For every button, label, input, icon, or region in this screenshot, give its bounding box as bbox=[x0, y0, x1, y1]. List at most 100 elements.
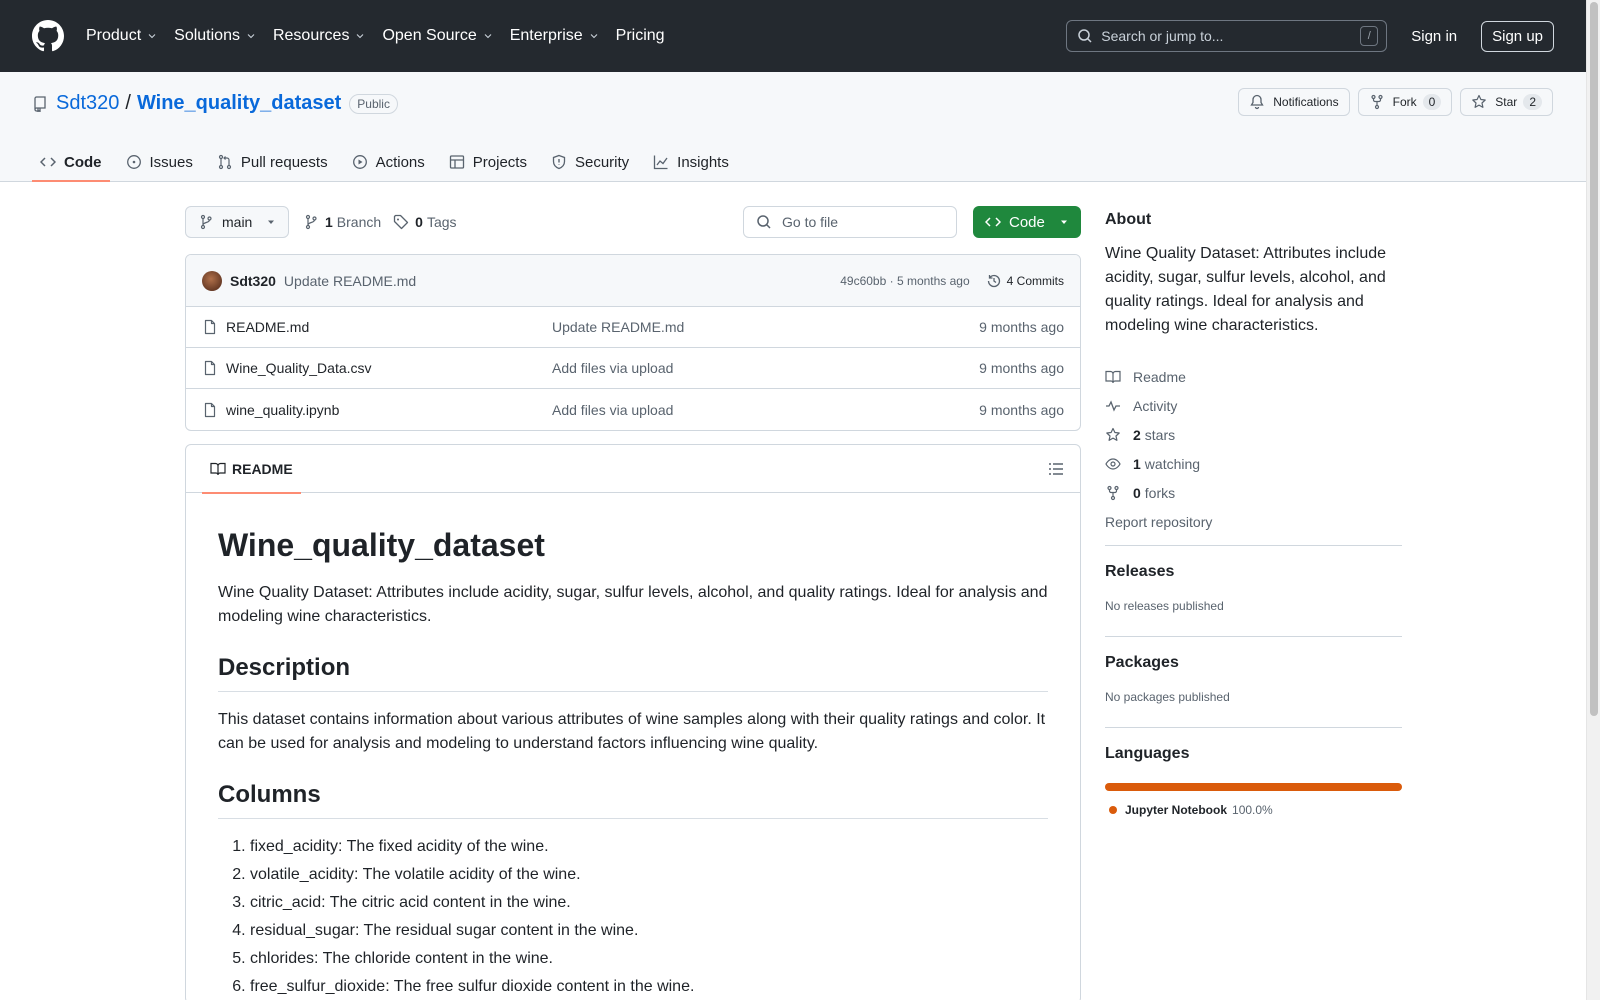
graph-icon bbox=[654, 155, 668, 170]
readme-link[interactable]: Readme bbox=[1105, 362, 1212, 391]
nav-open-source[interactable]: Open Source bbox=[382, 27, 493, 45]
tab-actions[interactable]: Actions bbox=[344, 142, 433, 182]
tab-security-label: Security bbox=[574, 153, 630, 171]
eye-icon bbox=[1105, 457, 1121, 470]
tab-projects[interactable]: Projects bbox=[441, 142, 535, 182]
commit-message[interactable]: Update README.md bbox=[284, 273, 416, 289]
file-name[interactable]: README.md bbox=[226, 319, 552, 335]
file-name[interactable]: Wine_Quality_Data.csv bbox=[226, 360, 552, 376]
tab-code[interactable]: Code bbox=[32, 142, 110, 182]
file-row[interactable]: README.md Update README.md 9 months ago bbox=[186, 307, 1080, 348]
about-description: Wine Quality Dataset: Attributes include… bbox=[1105, 245, 1387, 334]
chevron-down-icon bbox=[357, 34, 364, 39]
fork-count: 0 bbox=[1422, 94, 1442, 110]
notifications-button[interactable]: Notifications bbox=[1238, 88, 1350, 116]
chevron-down-icon bbox=[590, 34, 598, 39]
tab-issues-label: Issues bbox=[149, 153, 193, 171]
play-icon bbox=[352, 155, 367, 169]
file-commit-message[interactable]: Update README.md bbox=[552, 319, 979, 335]
page-scrollbar[interactable] bbox=[1586, 0, 1600, 1000]
tab-projects-label: Projects bbox=[472, 153, 527, 171]
fork-button[interactable]: Fork 0 bbox=[1357, 88, 1453, 116]
commits-link[interactable]: 4 Commits bbox=[986, 273, 1064, 289]
file-row[interactable]: wine_quality.ipynb Add files via upload … bbox=[186, 389, 1080, 430]
readme-tab[interactable]: README bbox=[202, 445, 301, 494]
nav-pricing[interactable]: Pricing bbox=[616, 27, 665, 45]
columns-list: fixed_acidity: The fixed acidity of the … bbox=[218, 835, 1048, 999]
watching-link[interactable]: 1 watching bbox=[1105, 449, 1212, 478]
branch-label[interactable]: Branch bbox=[337, 214, 381, 230]
nav-solutions[interactable]: Solutions bbox=[174, 27, 257, 45]
tab-issues[interactable]: Issues bbox=[118, 142, 201, 182]
nav-enterprise[interactable]: Enterprise bbox=[510, 27, 600, 45]
packages-text: No packages published bbox=[1105, 690, 1230, 704]
search-shortcut-key: / bbox=[1360, 26, 1379, 46]
code-button[interactable]: Code bbox=[973, 206, 1081, 238]
go-to-file-input[interactable]: Go to file bbox=[743, 206, 957, 238]
nav-pricing-label: Pricing bbox=[615, 27, 665, 44]
github-logo-icon[interactable] bbox=[32, 20, 64, 52]
language-item[interactable]: Jupyter Notebook 100.0% bbox=[1105, 803, 1402, 817]
forks-count: 0 bbox=[1133, 484, 1141, 501]
description-heading: Description bbox=[218, 653, 1048, 692]
chevron-down-icon bbox=[484, 34, 492, 39]
repo-name-link[interactable]: Wine_quality_dataset bbox=[137, 92, 341, 115]
file-name[interactable]: wine_quality.ipynb bbox=[226, 402, 552, 418]
tag-label[interactable]: Tags bbox=[427, 214, 457, 230]
readme-body: Wine_quality_dataset Wine Quality Datase… bbox=[186, 493, 1080, 999]
nav-resources[interactable]: Resources bbox=[273, 27, 366, 45]
tab-pull-requests[interactable]: Pull requests bbox=[209, 142, 336, 182]
search-icon bbox=[1078, 29, 1092, 43]
languages-heading: Languages bbox=[1105, 745, 1190, 762]
report-repository-link[interactable]: Report repository bbox=[1105, 507, 1212, 536]
fork-icon bbox=[1371, 94, 1383, 110]
watching-count: 1 bbox=[1133, 455, 1141, 472]
code-button-label: Code bbox=[1009, 213, 1045, 231]
nav-resources-label: Resources bbox=[272, 27, 350, 44]
caret-down-icon bbox=[1061, 220, 1067, 224]
avatar[interactable] bbox=[202, 270, 222, 291]
repo-icon bbox=[34, 95, 46, 112]
list-item: chlorides: The chloride content in the w… bbox=[250, 947, 1048, 971]
tab-insights-label: Insights bbox=[677, 153, 729, 171]
repo-title: Sdt320 / Wine_quality_dataset Public bbox=[32, 92, 398, 115]
tab-security[interactable]: Security bbox=[543, 142, 637, 182]
scrollbar-thumb[interactable] bbox=[1590, 2, 1598, 716]
star-icon bbox=[1106, 427, 1120, 441]
file-row[interactable]: Wine_Quality_Data.csv Add files via uplo… bbox=[186, 348, 1080, 389]
language-name: Jupyter Notebook bbox=[1125, 803, 1228, 817]
about-heading: About bbox=[1105, 211, 1152, 228]
stars-link[interactable]: 2 stars bbox=[1105, 420, 1212, 449]
branch-icon bbox=[200, 214, 212, 230]
commit-meta[interactable]: 49c60bb · 5 months ago bbox=[840, 274, 969, 288]
search-input[interactable]: Search or jump to... / bbox=[1066, 20, 1388, 52]
fork-label: Fork bbox=[1392, 95, 1417, 109]
repo-tabs: Code Issues Pull requests Actions Projec… bbox=[32, 142, 745, 182]
tag-count[interactable]: 0 bbox=[415, 214, 423, 230]
branch-selector[interactable]: main bbox=[185, 206, 289, 238]
commit-author[interactable]: Sdt320 bbox=[230, 273, 276, 289]
readme-panel: README Wine_quality_dataset Wine Quality… bbox=[185, 444, 1081, 1000]
list-item: volatile_acidity: The volatile acidity o… bbox=[250, 863, 1048, 887]
star-count: 2 bbox=[1523, 94, 1542, 110]
file-commit-message[interactable]: Add files via upload bbox=[552, 402, 979, 418]
releases-heading[interactable]: Releases bbox=[1105, 563, 1402, 581]
star-icon bbox=[1472, 94, 1487, 108]
tag-icon bbox=[394, 214, 409, 230]
file-icon bbox=[204, 402, 216, 417]
file-commit-message[interactable]: Add files via upload bbox=[552, 360, 979, 376]
star-button[interactable]: Star 2 bbox=[1460, 88, 1553, 116]
branch-count[interactable]: 1 bbox=[325, 214, 333, 230]
book-icon bbox=[210, 462, 226, 475]
sign-up-button[interactable]: Sign up bbox=[1481, 20, 1554, 52]
packages-heading[interactable]: Packages bbox=[1105, 654, 1402, 672]
forks-link[interactable]: 0 forks bbox=[1105, 478, 1212, 507]
list-icon[interactable] bbox=[1048, 461, 1064, 477]
sign-in-link[interactable]: Sign in bbox=[1411, 28, 1457, 45]
nav-product[interactable]: Product bbox=[86, 27, 158, 45]
repo-owner-link[interactable]: Sdt320 bbox=[56, 92, 119, 115]
tab-insights[interactable]: Insights bbox=[645, 142, 737, 182]
activity-link[interactable]: Activity bbox=[1105, 391, 1212, 420]
global-header: Product Solutions Resources Open Source … bbox=[0, 0, 1586, 72]
pulse-icon bbox=[1106, 399, 1120, 412]
